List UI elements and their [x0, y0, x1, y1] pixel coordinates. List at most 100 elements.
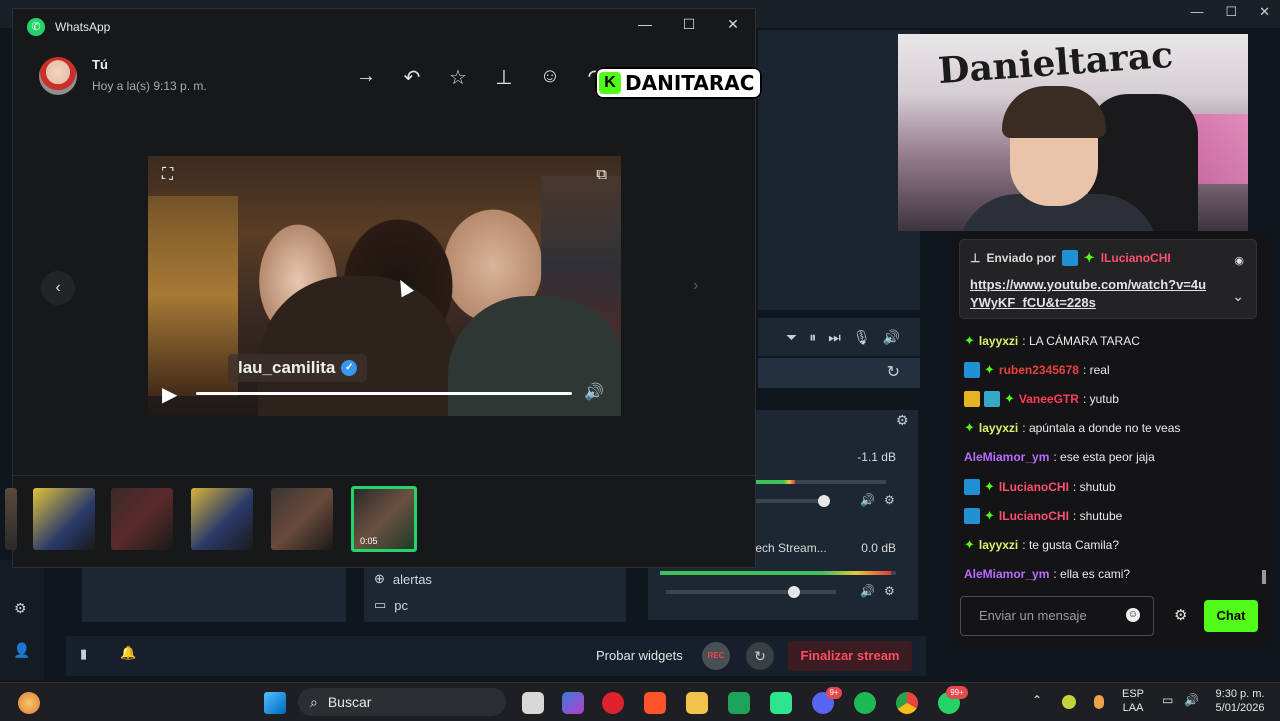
maximize-button[interactable]: ☐	[667, 9, 711, 39]
star-badge-icon: ✦	[964, 420, 975, 436]
probar-widgets-button[interactable]: Probar widgets	[596, 648, 683, 663]
pinned-user[interactable]: lLucianoCHI	[1101, 251, 1171, 265]
profile-icon[interactable]: 👤	[13, 642, 30, 659]
volume-icon[interactable]: 🔊	[584, 382, 604, 402]
reply-icon[interactable]: ↶	[389, 65, 435, 90]
chat-send-button[interactable]: Chat	[1204, 600, 1258, 632]
whatsapp-titlebar: ✆ WhatsApp — ☐ ✕	[13, 9, 755, 45]
chat-scrollbar[interactable]	[1262, 570, 1266, 584]
pinned-message[interactable]: ⊥ Enviado por ✦ lLucianoCHI ◉ https://ww…	[960, 240, 1256, 318]
brave-icon[interactable]	[644, 692, 666, 714]
previous-media-button[interactable]: ‹	[41, 271, 75, 305]
skip-icon[interactable]: ⏭	[828, 329, 841, 346]
settings-icon[interactable]: ⚙	[14, 600, 27, 617]
avatar[interactable]	[39, 57, 77, 95]
stream-controls: ⏷ ⏸ ⏭ 🎙 🔊	[758, 318, 920, 356]
chat-username[interactable]: lLucianoCHI	[999, 480, 1069, 494]
filter-icon[interactable]: ⏷	[786, 329, 797, 346]
streamer-name: DANITARAC	[625, 71, 755, 95]
chat-settings-icon[interactable]: ⚙	[1174, 606, 1187, 624]
star-icon[interactable]: ☆	[435, 65, 481, 90]
settings-icon[interactable]: ⚙	[884, 493, 895, 507]
network-icon[interactable]: ▭	[1162, 693, 1173, 707]
pinned-link[interactable]: https://www.youtube.com/watch?v=4uYWyKF_…	[970, 276, 1210, 312]
chrome-icon[interactable]	[896, 692, 918, 714]
chat-message: ✦ VaneeGTR: yutub	[964, 384, 1264, 413]
discord-badge: 9+	[826, 687, 842, 699]
refresh-icon[interactable]: ↻	[887, 362, 900, 382]
hide-icon[interactable]: ◉	[1234, 254, 1244, 267]
chat-username[interactable]: layyxzi	[979, 334, 1018, 348]
emoji-icon[interactable]: ☺	[527, 65, 573, 90]
mixer-volume-slider[interactable]	[787, 586, 800, 598]
chat-username[interactable]: AleMiamor_ym	[964, 567, 1049, 581]
app-icon[interactable]	[770, 692, 792, 714]
mixer-level-track	[756, 480, 886, 484]
stats-icon[interactable]: ▮	[80, 646, 87, 662]
file-explorer-icon[interactable]	[686, 692, 708, 714]
media-thumbnail[interactable]	[33, 488, 95, 550]
speaker-icon[interactable]: 🔊	[883, 329, 900, 346]
source-item[interactable]: ▭ pc	[364, 592, 626, 618]
volume-icon[interactable]: 🔊	[1184, 693, 1199, 707]
chevron-down-icon[interactable]: ⌄	[1232, 288, 1244, 305]
weather-icon[interactable]	[18, 692, 40, 714]
chat-username[interactable]: AleMiamor_ym	[964, 450, 1049, 464]
windows-start-icon[interactable]	[264, 692, 286, 714]
taskbar-search[interactable]: ⌕ Buscar	[298, 688, 506, 716]
media-thumbnail-selected[interactable]: 0:05	[351, 486, 417, 552]
video-seekbar[interactable]	[196, 392, 572, 395]
tray-chevron-icon[interactable]: ⌃	[1032, 693, 1042, 707]
bell-icon[interactable]: 🔔	[120, 645, 136, 661]
pause-icon[interactable]: ⏸	[809, 329, 816, 346]
close-button[interactable]: ✕	[711, 9, 755, 39]
graffiti-wall: Danieltarac	[936, 34, 1175, 93]
chat-username[interactable]: ruben2345678	[999, 363, 1079, 377]
spotify-icon[interactable]	[854, 692, 876, 714]
chat-username[interactable]: layyxzi	[979, 421, 1018, 435]
forward-icon[interactable]: →	[343, 65, 389, 90]
media-thumbnail[interactable]	[111, 488, 173, 550]
speaker-icon[interactable]: 🔊	[860, 493, 875, 507]
language-indicator[interactable]: ESP LAA	[1122, 687, 1144, 715]
video-player[interactable]: ⛶ ⧉ lau_camilita ✓ ▶ 🔊	[148, 156, 621, 416]
minimize-button[interactable]: —	[623, 9, 667, 39]
tray-app-icon[interactable]	[1062, 695, 1076, 709]
search-label: Buscar	[327, 694, 372, 710]
terminal-icon[interactable]	[728, 692, 750, 714]
next-media-button[interactable]: ›	[693, 277, 698, 295]
record-button[interactable]: REC	[702, 642, 730, 670]
close-button[interactable]: ✕	[1259, 4, 1270, 20]
monitor-icon: ▭	[374, 597, 387, 612]
play-icon[interactable]: ▶	[162, 382, 177, 407]
clock-date: 5/01/2026	[1215, 702, 1265, 714]
replay-button[interactable]: ↻	[746, 642, 774, 670]
media-thumbnail[interactable]	[271, 488, 333, 550]
sources-panel: ⊕ alertas ▭ pc	[364, 566, 626, 622]
mic-icon[interactable]: 🎙	[853, 329, 871, 346]
task-view-icon[interactable]	[522, 692, 544, 714]
emoji-icon[interactable]: ☺	[1126, 608, 1140, 622]
popout-icon[interactable]: ⧉	[596, 166, 607, 183]
copilot-icon[interactable]	[562, 692, 584, 714]
maximize-button[interactable]: ☐	[1225, 4, 1237, 20]
chat-message-input[interactable]: Enviar un mensaje	[960, 596, 1154, 636]
chat-panel: ⊥ Enviado por ✦ lLucianoCHI ◉ https://ww…	[952, 232, 1270, 648]
minimize-button[interactable]: —	[1190, 4, 1203, 20]
fullscreen-icon[interactable]: ⛶	[162, 166, 173, 184]
chat-username[interactable]: VaneeGTR	[1019, 392, 1079, 406]
pin-icon[interactable]: ⊥	[481, 65, 527, 90]
mixer-settings-icon[interactable]: ⚙	[896, 412, 909, 429]
end-stream-button[interactable]: Finalizar stream	[788, 641, 912, 671]
opera-icon[interactable]	[602, 692, 624, 714]
clock[interactable]: 9:30 p. m. 5/01/2026	[1212, 687, 1268, 715]
chat-username[interactable]: lLucianoCHI	[999, 509, 1069, 523]
source-item[interactable]: ⊕ alertas	[364, 566, 626, 592]
media-thumbnail[interactable]	[5, 488, 17, 550]
microphone-icon[interactable]	[1094, 695, 1104, 709]
speaker-icon[interactable]: 🔊	[860, 584, 875, 598]
media-thumbnail[interactable]	[191, 488, 253, 550]
mixer-volume-slider[interactable]	[818, 495, 831, 507]
settings-icon[interactable]: ⚙	[884, 584, 895, 598]
chat-username[interactable]: layyxzi	[979, 538, 1018, 552]
